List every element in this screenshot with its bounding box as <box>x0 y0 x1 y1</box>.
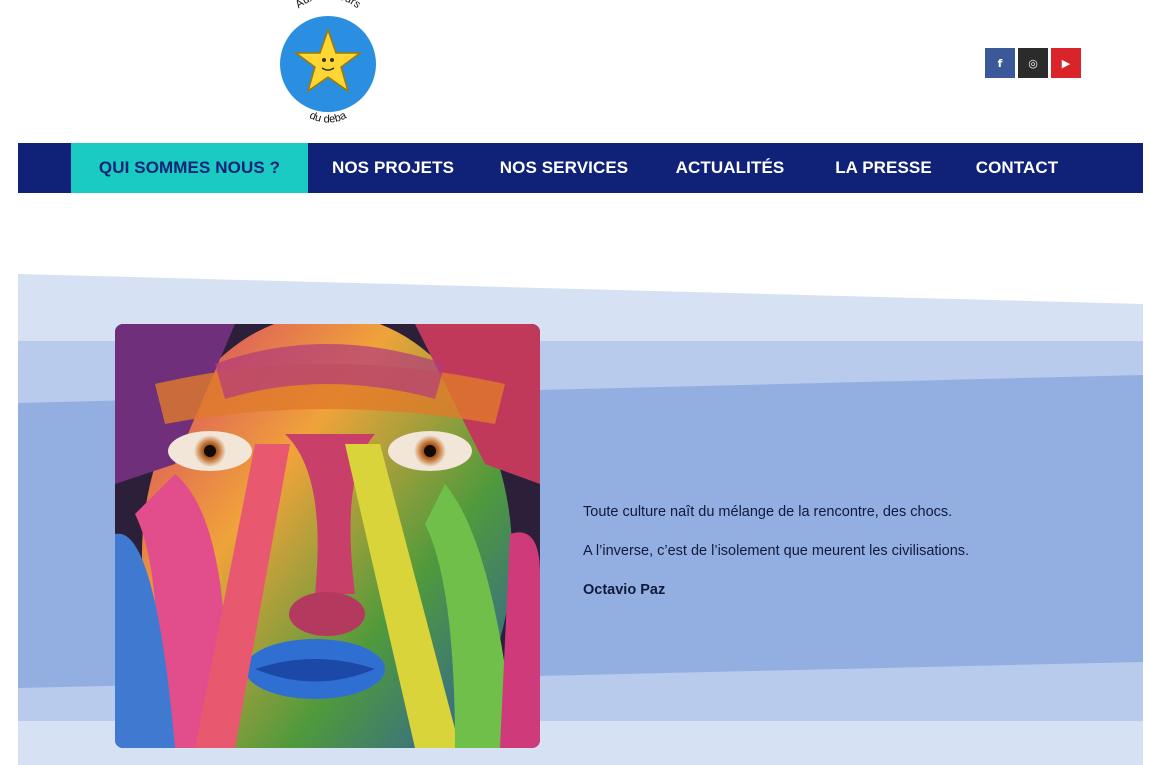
nav-item-nos-services[interactable]: NOS SERVICES <box>478 143 650 193</box>
instagram-icon[interactable]: ◎ <box>1018 48 1048 78</box>
youtube-icon[interactable]: ▶ <box>1051 48 1081 78</box>
painted-face-photo <box>115 324 540 748</box>
quote-block: Toute culture naît du mélange de la renc… <box>583 502 1123 600</box>
quote-line-2: A l’inverse, c’est de l’isolement que me… <box>583 543 970 559</box>
nav-item-actualites[interactable]: ACTUALITÉS <box>650 143 810 193</box>
main-navigation: QUI SOMMES NOUS ? NOS PROJETS NOS SERVIC… <box>18 143 1143 193</box>
svg-text:Aux couleurs: Aux couleurs <box>293 0 363 11</box>
nav-item-nos-projets[interactable]: NOS PROJETS <box>308 143 478 193</box>
site-logo[interactable]: Aux couleurs du deba <box>268 0 388 128</box>
facebook-icon[interactable]: f <box>985 48 1015 78</box>
social-links: f ◎ ▶ <box>985 48 1081 78</box>
nav-item-la-presse[interactable]: LA PRESSE <box>810 143 957 193</box>
logo-emblem: Aux couleurs du deba <box>280 0 376 126</box>
nav-item-contact[interactable]: CONTACT <box>957 143 1077 193</box>
nav-item-qui-sommes-nous[interactable]: QUI SOMMES NOUS ? <box>71 143 308 193</box>
quote-line-1: Toute culture naît du mélange de la renc… <box>583 504 953 520</box>
quote-author: Octavio Paz <box>583 582 666 598</box>
logo-top-text: Aux couleurs <box>293 0 363 11</box>
